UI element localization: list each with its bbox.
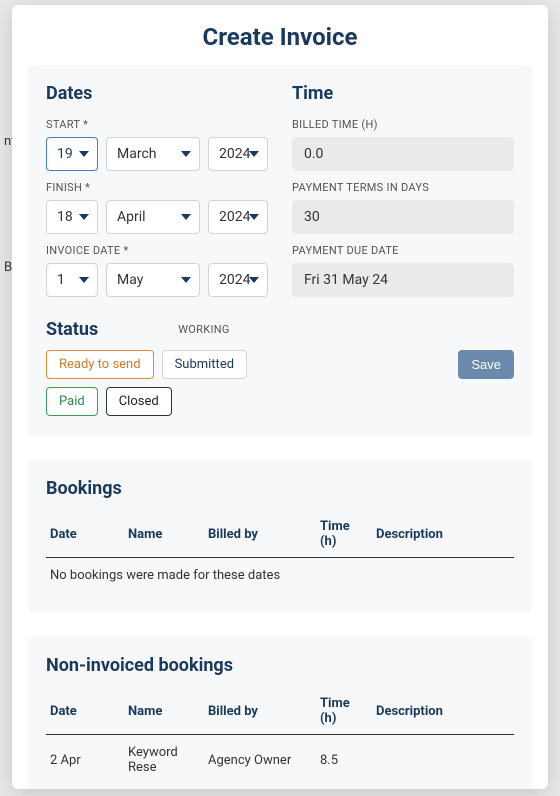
caret-down-icon: [79, 214, 89, 220]
bookings-heading: Bookings: [46, 478, 514, 499]
dates-column: Dates START * 19 March 2024: [46, 83, 268, 305]
finish-day-select[interactable]: 18: [46, 200, 98, 234]
payment-terms-value: 30: [292, 200, 514, 234]
invoice-day-value: 1: [57, 272, 65, 288]
start-year-value: 2024: [219, 146, 250, 162]
invoice-month-select[interactable]: May: [106, 263, 200, 297]
save-button[interactable]: Save: [458, 350, 514, 379]
noninvoiced-th-desc: Description: [372, 688, 514, 735]
caret-down-icon: [249, 277, 259, 283]
noninvoiced-heading: Non-invoiced bookings: [46, 655, 514, 676]
bookings-th-time: Time (h): [316, 511, 372, 558]
payment-due-label: PAYMENT DUE DATE: [292, 244, 514, 257]
finish-month-value: April: [117, 209, 146, 225]
table-row: 2 Apr Keyword Rese Agency Owner 8.5: [46, 735, 514, 786]
invoice-day-select[interactable]: 1: [46, 263, 98, 297]
dates-heading: Dates: [46, 83, 268, 104]
modal-title: Create Invoice: [12, 5, 548, 65]
status-heading: Status: [46, 319, 98, 340]
invoice-year-select[interactable]: 2024: [208, 263, 268, 297]
finish-year-value: 2024: [219, 209, 250, 225]
time-heading: Time: [292, 83, 514, 104]
finish-month-select[interactable]: April: [106, 200, 200, 234]
dates-time-panel: Dates START * 19 March 2024: [28, 65, 532, 436]
start-month-select[interactable]: March: [106, 137, 200, 171]
status-working-label: WORKING: [178, 323, 229, 336]
start-label: START *: [46, 118, 268, 131]
payment-terms-label: PAYMENT TERMS IN DAYS: [292, 181, 514, 194]
start-year-select[interactable]: 2024: [208, 137, 268, 171]
invoice-month-value: May: [117, 272, 143, 288]
bookings-empty-text: No bookings were made for these dates: [46, 558, 514, 594]
bookings-th-name: Name: [124, 511, 204, 558]
finish-year-select[interactable]: 2024: [208, 200, 268, 234]
invoice-date-label: INVOICE DATE *: [46, 244, 268, 257]
start-day-value: 19: [57, 146, 73, 162]
noninvoiced-th-date: Date: [46, 688, 124, 735]
caret-down-icon: [181, 277, 191, 283]
status-ready-to-send[interactable]: Ready to send: [46, 350, 154, 379]
billed-time-label: BILLED TIME (H): [292, 118, 514, 131]
billed-time-value: 0.0: [292, 137, 514, 171]
status-submitted[interactable]: Submitted: [162, 350, 247, 379]
status-closed[interactable]: Closed: [106, 387, 172, 416]
create-invoice-modal: Create Invoice Dates START * 19 March: [12, 5, 548, 789]
caret-down-icon: [79, 151, 89, 157]
cell-billed: Agency Owner: [204, 735, 316, 786]
bookings-table: Date Name Billed by Time (h) Description…: [46, 511, 514, 593]
bookings-panel: Bookings Date Name Billed by Time (h) De…: [28, 460, 532, 613]
caret-down-icon: [181, 214, 191, 220]
invoice-year-value: 2024: [219, 272, 250, 288]
noninvoiced-th-billed: Billed by: [204, 688, 316, 735]
cell-name: Keyword Rese: [124, 735, 204, 786]
caret-down-icon: [181, 151, 191, 157]
start-day-select[interactable]: 19: [46, 137, 98, 171]
noninvoiced-table: Date Name Billed by Time (h) Description…: [46, 688, 514, 785]
payment-due-value: Fri 31 May 24: [292, 263, 514, 297]
caret-down-icon: [249, 151, 259, 157]
cell-time: 8.5: [316, 735, 372, 786]
start-month-value: March: [117, 146, 157, 162]
noninvoiced-th-time: Time (h): [316, 688, 372, 735]
bookings-th-billed: Billed by: [204, 511, 316, 558]
noninvoiced-th-name: Name: [124, 688, 204, 735]
bookings-th-desc: Description: [372, 511, 514, 558]
bookings-empty-row: No bookings were made for these dates: [46, 558, 514, 594]
bookings-th-date: Date: [46, 511, 124, 558]
caret-down-icon: [249, 214, 259, 220]
time-column: Time BILLED TIME (H) 0.0 PAYMENT TERMS I…: [292, 83, 514, 305]
cell-desc: [372, 735, 514, 786]
finish-label: FINISH *: [46, 181, 268, 194]
finish-day-value: 18: [57, 209, 73, 225]
cell-date: 2 Apr: [46, 735, 124, 786]
status-paid[interactable]: Paid: [46, 387, 98, 416]
caret-down-icon: [79, 277, 89, 283]
noninvoiced-panel: Non-invoiced bookings Date Name Billed b…: [28, 637, 532, 789]
